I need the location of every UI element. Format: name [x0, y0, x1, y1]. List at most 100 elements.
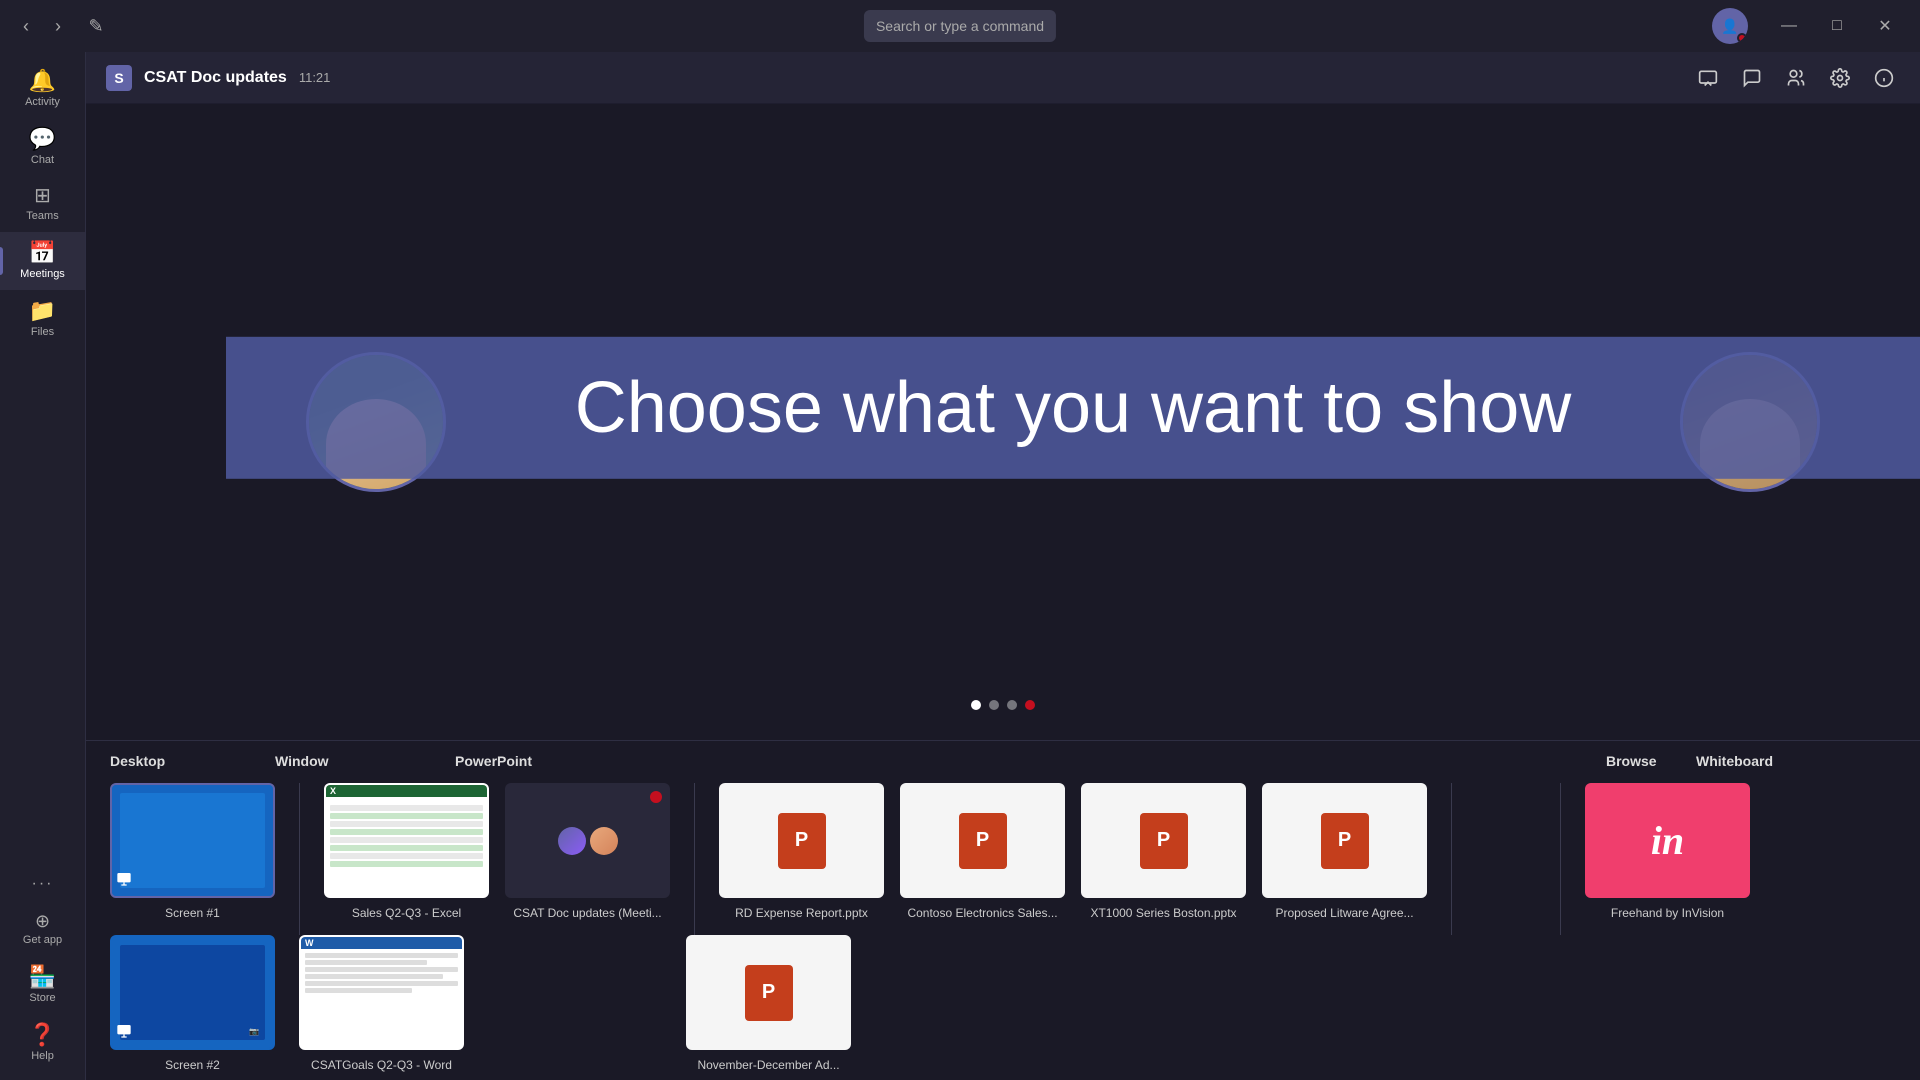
store-icon: 🏪	[29, 966, 56, 988]
share-item-screen1[interactable]: Screen #1	[110, 783, 275, 927]
search-placeholder: Search or type a command	[876, 18, 1044, 34]
avatar[interactable]: 👤	[1712, 8, 1748, 44]
share-screen-button[interactable]	[1692, 62, 1724, 94]
dot-3	[1007, 700, 1017, 710]
settings-button[interactable]	[1824, 62, 1856, 94]
share-item-freehand[interactable]: in Freehand by InVision	[1585, 783, 1750, 927]
screen1-thumb	[110, 783, 275, 898]
participants-button[interactable]	[1780, 62, 1812, 94]
banner-overlay: Choose what you want to show	[226, 337, 1920, 479]
share-items-row: Screen #1 X	[86, 775, 1920, 935]
sidebar-item-activity[interactable]: 🔔 Activity	[0, 60, 85, 118]
screen1-label: Screen #1	[165, 906, 220, 920]
sidebar-item-store[interactable]: 🏪 Store	[0, 956, 85, 1014]
back-button[interactable]: ‹	[12, 12, 40, 40]
share-item-xt1000[interactable]: P XT1000 Series Boston.pptx	[1081, 783, 1246, 927]
sidebar-label-get-app: Get app	[23, 934, 62, 946]
meeting-avatars	[558, 827, 618, 855]
share-items-row2: 📷 Screen #2	[86, 935, 1920, 1080]
share-item-november-ad[interactable]: P November-December Ad...	[686, 935, 851, 1072]
meeting-title: CSAT Doc updates	[144, 69, 287, 87]
screen2-label: Screen #2	[165, 1058, 220, 1072]
freehand-thumb: in	[1585, 783, 1750, 898]
screen1-preview	[112, 785, 273, 896]
xt1000-thumb: P	[1081, 783, 1246, 898]
activity-icon: 🔔	[29, 70, 56, 92]
meeting-logo: S	[106, 65, 132, 91]
sidebar-label-help: Help	[31, 1050, 54, 1062]
sidebar-item-help[interactable]: ❓ Help	[0, 1014, 85, 1072]
window-category: Window	[275, 753, 455, 771]
litware-label: Proposed Litware Agree...	[1275, 906, 1413, 920]
contoso-label: Contoso Electronics Sales...	[907, 906, 1057, 920]
titlebar: ‹ › ✎ Search or type a command 👤 — □ ✕	[0, 0, 1920, 52]
banner-text: Choose what you want to show	[276, 367, 1870, 449]
close-button[interactable]: ✕	[1862, 10, 1908, 42]
dot-4	[1025, 700, 1035, 710]
window-label: Window	[275, 753, 329, 769]
sidebar-label-chat: Chat	[31, 154, 54, 166]
share-item-screen2[interactable]: 📷 Screen #2	[110, 935, 275, 1072]
meeting-end-badge	[650, 791, 662, 803]
meeting-time: 11:21	[299, 70, 331, 85]
search-bar: Search or type a command	[864, 10, 1056, 42]
sidebar-label-store: Store	[29, 992, 55, 1004]
whiteboard-label: Whiteboard	[1696, 753, 1773, 769]
mini-avatar-2	[590, 827, 618, 855]
meeting-chat-button[interactable]	[1736, 62, 1768, 94]
sidebar-label-teams: Teams	[26, 210, 58, 222]
sales-excel-thumb: X	[324, 783, 489, 898]
minimize-button[interactable]: —	[1766, 10, 1812, 42]
sidebar-item-teams[interactable]: ⊞ Teams	[0, 176, 85, 232]
desktop-category: Desktop	[110, 753, 275, 771]
contoso-thumb: P	[900, 783, 1065, 898]
browse-label: Browse	[1606, 753, 1657, 769]
teams-icon: ⊞	[34, 186, 51, 206]
meeting-header: S CSAT Doc updates 11:21	[86, 52, 1920, 104]
screen2-preview: 📷	[112, 937, 273, 1048]
window-col-spacer: W CSATGoals Q2-Q3 - Word	[291, 935, 472, 1072]
ppt-browse-sep	[1451, 783, 1452, 935]
ppt-icon-litware: P	[1321, 813, 1369, 869]
dot-1	[971, 700, 981, 710]
ppt-icon-rd: P	[778, 813, 826, 869]
browse-category: Browse	[1606, 753, 1696, 771]
sidebar-item-get-app[interactable]: ⊕ Get app	[0, 902, 85, 956]
forward-button[interactable]: ›	[44, 12, 72, 40]
share-item-rd-expense[interactable]: P RD Expense Report.pptx	[719, 783, 884, 927]
desktop-label: Desktop	[110, 753, 165, 769]
info-button[interactable]	[1868, 62, 1900, 94]
share-panel: Desktop Window PowerPoint Browse Whitebo…	[86, 740, 1920, 1080]
sidebar-item-meetings[interactable]: 📅 Meetings	[0, 232, 85, 290]
sidebar-item-more[interactable]: ···	[0, 866, 85, 902]
mini-avatar-1	[558, 827, 586, 855]
ppt-icon-november: P	[745, 965, 793, 1021]
chat-icon: 💬	[29, 128, 56, 150]
dot-indicators	[971, 700, 1035, 710]
files-icon: 📁	[29, 300, 56, 322]
csatgoals-thumb: W	[299, 935, 464, 1050]
sidebar-item-files[interactable]: 📁 Files	[0, 290, 85, 348]
share-item-sales-excel[interactable]: X Sales Q2-Q3 - Excel	[324, 783, 489, 927]
csat-meeting-label: CSAT Doc updates (Meeti...	[513, 906, 661, 920]
dot-2	[989, 700, 999, 710]
main-layout: 🔔 Activity 💬 Chat ⊞ Teams 📅 Meetings 📁 F…	[0, 52, 1920, 1080]
invision-logo: in	[1651, 817, 1684, 864]
sidebar-item-chat[interactable]: 💬 Chat	[0, 118, 85, 176]
powerpoint-category: PowerPoint	[455, 753, 1606, 771]
rd-expense-thumb: P	[719, 783, 884, 898]
share-item-litware[interactable]: P Proposed Litware Agree...	[1262, 783, 1427, 927]
november-ad-label: November-December Ad...	[697, 1058, 839, 1072]
rd-expense-label: RD Expense Report.pptx	[735, 906, 868, 920]
monitor-icon	[116, 871, 132, 892]
share-item-csat-meeting[interactable]: CSAT Doc updates (Meeti...	[505, 783, 670, 927]
november-ad-thumb: P	[686, 935, 851, 1050]
compose-button[interactable]: ✎	[80, 10, 112, 42]
csatgoals-label: CSATGoals Q2-Q3 - Word	[311, 1058, 452, 1072]
share-item-csatgoals[interactable]: W CSATGoals Q2-Q3 - Word	[291, 935, 472, 1072]
sidebar-label-activity: Activity	[25, 96, 60, 108]
maximize-button[interactable]: □	[1814, 10, 1860, 42]
litware-thumb: P	[1262, 783, 1427, 898]
share-item-contoso[interactable]: P Contoso Electronics Sales...	[900, 783, 1065, 927]
sidebar-label-files: Files	[31, 326, 54, 338]
